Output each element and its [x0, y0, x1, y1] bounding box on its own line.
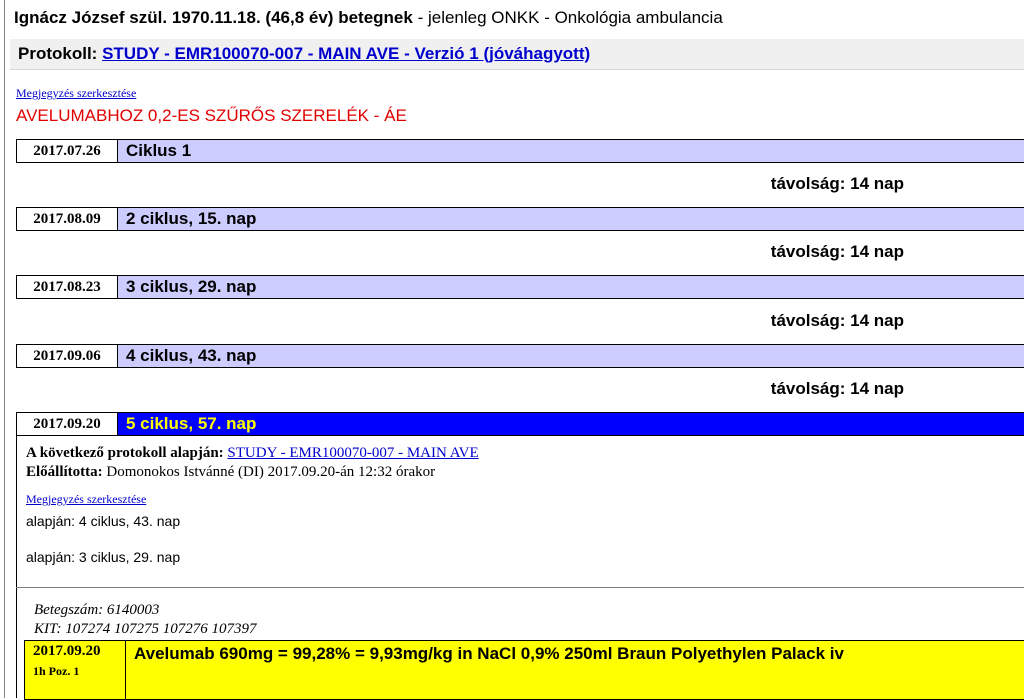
birth-date: 1970.11.18.	[171, 8, 261, 27]
protocol-label: Protokoll:	[18, 44, 98, 63]
cycle-label: Ciklus 1	[126, 141, 192, 160]
dose-date-cell: 2017.09.20 1h Poz. 1	[25, 641, 126, 699]
age: (46,8 év)	[265, 8, 334, 27]
cycle-date: 2017.08.23	[17, 276, 118, 298]
note-text: AVELUMABHOZ 0,2-ES SZŰRŐS SZERELÉK - ÁE	[16, 106, 407, 125]
birth-label: szül.	[129, 8, 168, 27]
patient-name: Ignácz József	[14, 8, 125, 27]
kit-numbers: KIT: 107274 107275 107276 107397	[34, 621, 257, 637]
cycle-date: 2017.09.20	[17, 413, 118, 435]
created-value: Domonokos Istvánné (DI) 2017.09.20-án 12…	[106, 464, 436, 480]
dose-text: Avelumab 690mg = 99,28% = 9,93mg/kg in N…	[134, 644, 844, 663]
dose-date: 2017.09.20	[33, 643, 101, 659]
detail-separator	[16, 587, 1024, 588]
created-by-line: Előállította: Domonokos Istvánné (DI) 20…	[26, 464, 435, 481]
cycle-date: 2017.07.26	[17, 140, 118, 162]
cycle-row-4[interactable]: 2017.09.06 4 ciklus, 43. nap	[16, 344, 1024, 368]
based-on-label: A következő protokoll alapján:	[26, 445, 224, 461]
protocol-link[interactable]: STUDY - EMR100070-007 - MAIN AVE - Verzi…	[102, 44, 590, 63]
cycle-distance: távolság: 14 nap	[770, 311, 904, 330]
created-label: Előállította:	[26, 464, 103, 480]
patient-header: Ignácz József szül. 1970.11.18. (46,8 év…	[14, 8, 723, 28]
based-on-link[interactable]: STUDY - EMR100070-007 - MAIN AVE	[227, 445, 478, 461]
basis-2: alapján: 3 ciklus, 29. nap	[26, 549, 181, 565]
cycle-label: 2 ciklus, 15. nap	[126, 209, 257, 228]
cycle-label: 5 ciklus, 57. nap	[126, 414, 257, 433]
cycle-date: 2017.08.09	[17, 208, 118, 230]
based-on-line: A következő protokoll alapján: STUDY - E…	[26, 445, 479, 462]
cycle-label: 4 ciklus, 43. nap	[126, 346, 257, 365]
edit-detail-note-link[interactable]: Megjegyzés szerkesztése	[26, 492, 146, 507]
cycle-distance: távolság: 14 nap	[770, 242, 904, 261]
cycle-row-2[interactable]: 2017.08.09 2 ciklus, 15. nap	[16, 207, 1024, 231]
location: - jelenleg ONKK - Onkológia ambulancia	[417, 8, 723, 27]
cycle-row-1[interactable]: 2017.07.26 Ciklus 1	[16, 139, 1024, 163]
cycle-date: 2017.09.06	[17, 345, 118, 367]
edit-note-link[interactable]: Megjegyzés szerkesztése	[16, 86, 136, 101]
dose-row[interactable]: 2017.09.20 1h Poz. 1 Avelumab 690mg = 99…	[24, 640, 1024, 700]
dose-sub: 1h Poz. 1	[33, 664, 80, 678]
cycle-distance: távolság: 14 nap	[770, 379, 904, 398]
cycle-row-3[interactable]: 2017.08.23 3 ciklus, 29. nap	[16, 275, 1024, 299]
cycle-label: 3 ciklus, 29. nap	[126, 277, 257, 296]
protocol-bar: Protokoll: STUDY - EMR100070-007 - MAIN …	[10, 39, 1024, 70]
patient-number: Betegszám: 6140003	[34, 602, 160, 618]
role: betegnek	[338, 8, 413, 27]
basis-1: alapján: 4 ciklus, 43. nap	[26, 513, 181, 529]
cycle-distance: távolság: 14 nap	[770, 174, 904, 193]
